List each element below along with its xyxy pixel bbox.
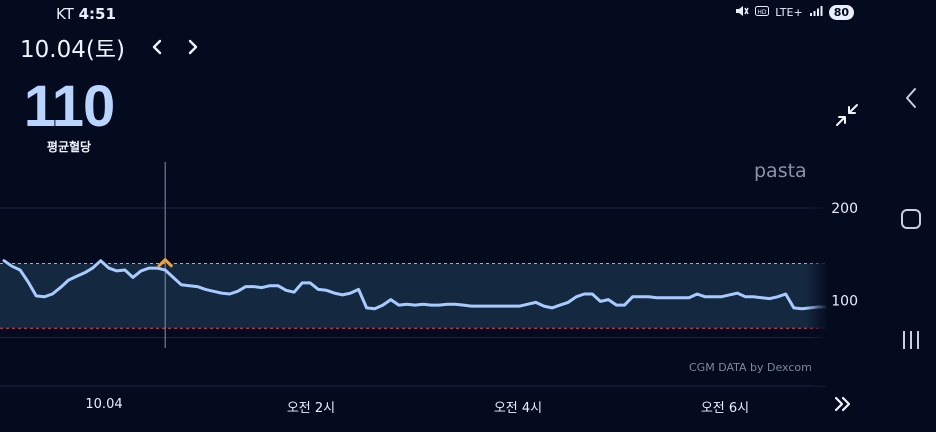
x-tick-label: 10.04 — [85, 397, 123, 412]
back-icon — [906, 88, 916, 108]
double-chevron-right-icon — [834, 396, 851, 412]
scroll-forward-button[interactable] — [832, 394, 854, 414]
x-tick-label: 오전 2시 — [286, 401, 336, 416]
recents-icon — [903, 331, 919, 349]
home-icon — [901, 209, 921, 229]
brand-logo: pasta — [754, 160, 807, 182]
data-credit: CGM DATA by Dexcom — [689, 361, 812, 374]
x-tick-label: 오전 4시 — [493, 401, 543, 416]
system-back-button[interactable] — [896, 83, 926, 113]
x-tick-label: 오전 6시 — [700, 401, 750, 416]
system-navigation-bar — [886, 0, 936, 432]
y-tick-label: 100 — [831, 294, 858, 310]
system-home-button[interactable] — [896, 204, 926, 234]
edge-fade — [806, 162, 828, 386]
system-recents-button[interactable] — [896, 325, 926, 355]
y-tick-label: 200 — [831, 201, 858, 217]
